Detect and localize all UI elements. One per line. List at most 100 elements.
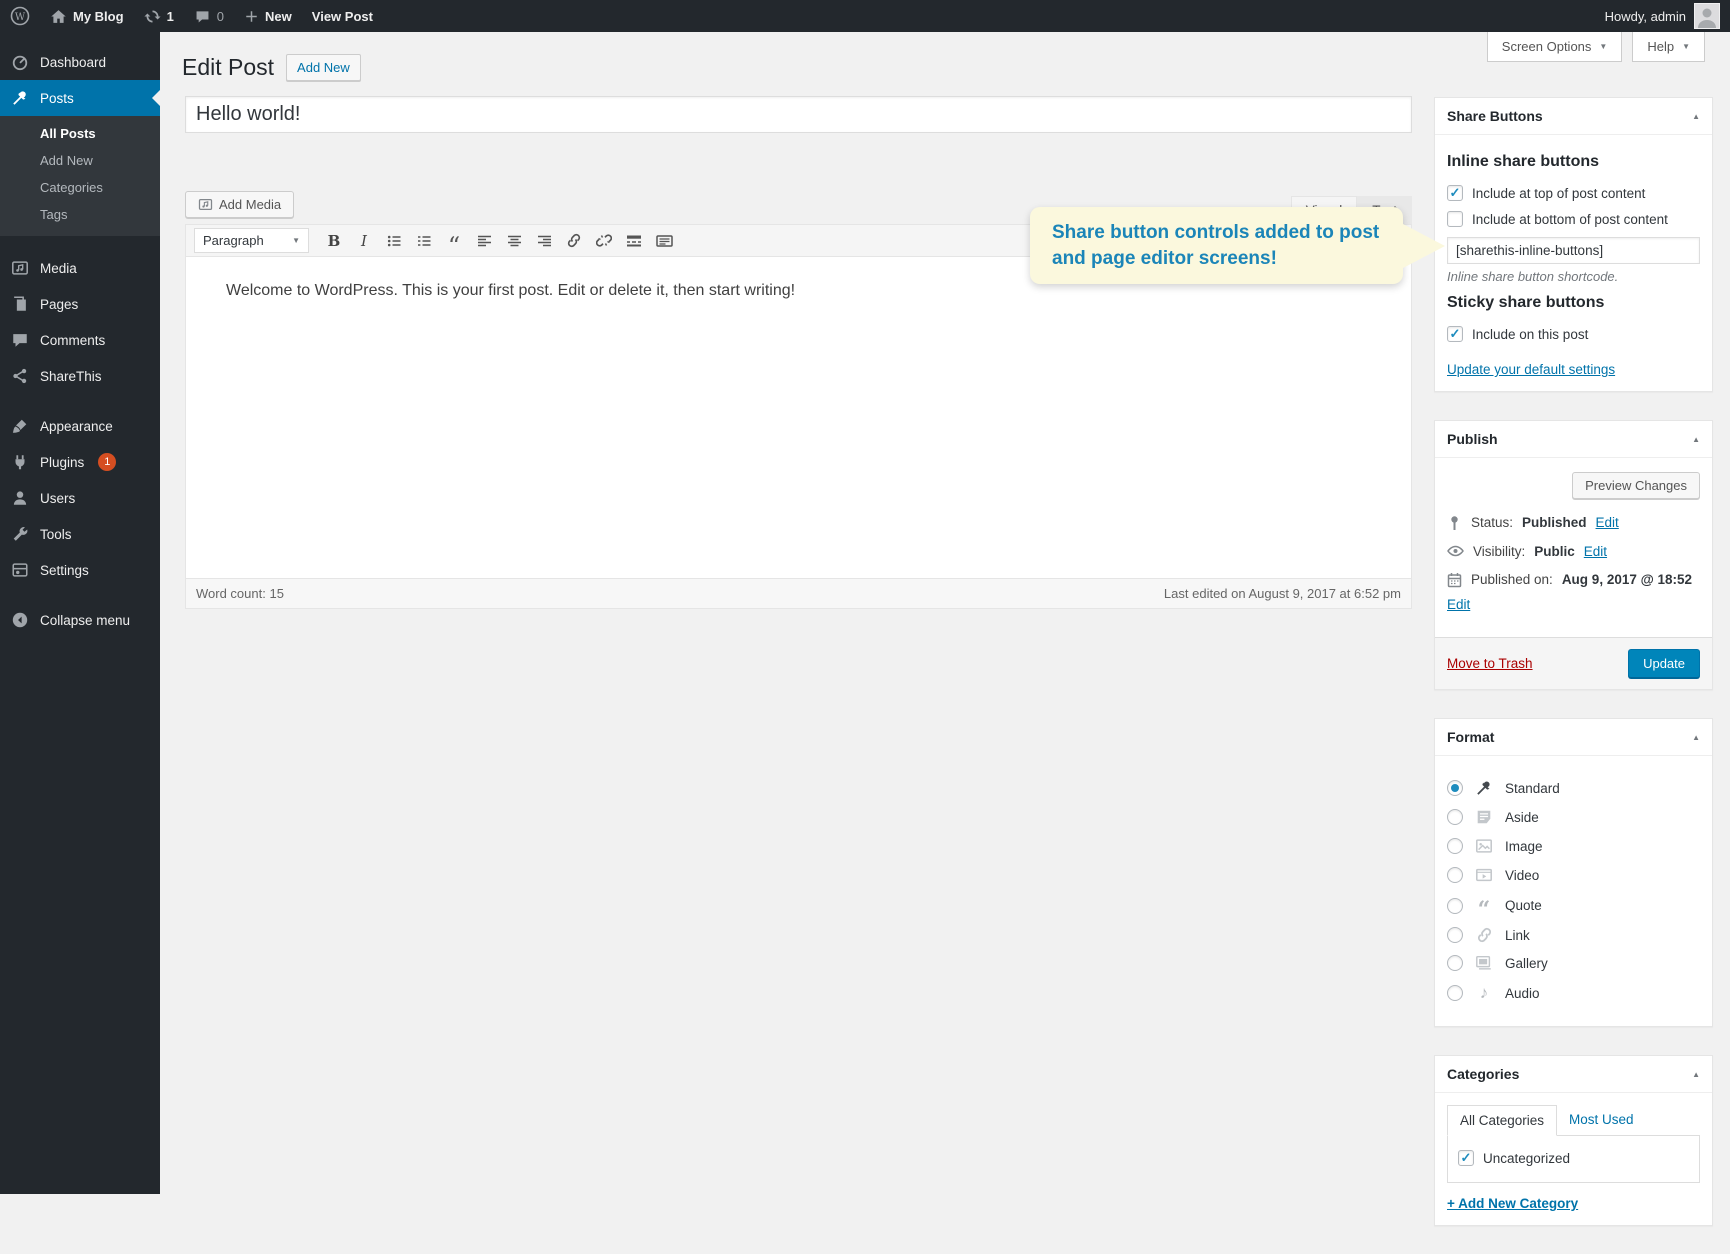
add-media-button[interactable]: Add Media <box>185 191 294 218</box>
sidebar-item-plugins[interactable]: Plugins 1 <box>0 444 160 480</box>
new-label: New <box>265 9 292 24</box>
sidebar-item-users[interactable]: Users <box>0 480 160 516</box>
categories-panel-header[interactable]: Categories ▲ <box>1435 1056 1712 1093</box>
editor-content-area[interactable]: Welcome to WordPress. This is your first… <box>185 257 1412 579</box>
format-label: Gallery <box>1505 956 1548 971</box>
quote-icon: “ <box>1474 895 1494 916</box>
gallery-icon <box>1474 954 1494 972</box>
site-name-link[interactable]: My Blog <box>40 0 134 32</box>
screen-options-button[interactable]: Screen Options ▼ <box>1487 32 1623 62</box>
howdy-account-link[interactable]: Howdy, admin <box>1605 9 1686 24</box>
help-label: Help <box>1647 39 1674 54</box>
format-option-image: Image <box>1447 837 1700 855</box>
sidebar-item-appearance[interactable]: Appearance <box>0 408 160 444</box>
edit-published-link[interactable]: Edit <box>1447 597 1700 612</box>
updates-link[interactable]: 1 <box>134 0 184 32</box>
align-left-button[interactable] <box>471 229 497 253</box>
help-button[interactable]: Help ▼ <box>1632 32 1705 62</box>
sidebar-item-dashboard[interactable]: Dashboard <box>0 44 160 80</box>
bullet-list-button[interactable] <box>381 229 407 253</box>
add-new-category-link[interactable]: + Add New Category <box>1447 1196 1578 1211</box>
update-count: 1 <box>167 9 174 24</box>
view-post-link[interactable]: View Post <box>302 0 383 32</box>
view-post-label: View Post <box>312 9 373 24</box>
tab-most-used[interactable]: Most Used <box>1557 1105 1646 1136</box>
comments-icon <box>10 331 30 349</box>
published-label: Published on: <box>1471 572 1553 587</box>
sidebar-item-sharethis[interactable]: ShareThis <box>0 358 160 394</box>
avatar[interactable] <box>1694 3 1720 29</box>
new-content-link[interactable]: New <box>234 0 302 32</box>
checkbox-include-top[interactable]: ✓ <box>1447 185 1463 201</box>
bold-button[interactable]: B <box>321 229 347 253</box>
wordpress-logo-menu[interactable]: W <box>0 0 40 32</box>
radio-video[interactable] <box>1447 867 1463 883</box>
radio-standard[interactable] <box>1447 780 1463 796</box>
paragraph-select-value: Paragraph <box>203 233 264 248</box>
include-on-post-option: ✓ Include on this post <box>1447 326 1700 342</box>
radio-link[interactable] <box>1447 927 1463 943</box>
preview-changes-button[interactable]: Preview Changes <box>1572 472 1700 499</box>
radio-aside[interactable] <box>1447 809 1463 825</box>
paragraph-format-select[interactable]: Paragraph ▼ <box>194 228 309 253</box>
align-center-button[interactable] <box>501 229 527 253</box>
insert-link-button[interactable] <box>561 229 587 253</box>
format-label: Video <box>1505 868 1539 883</box>
edit-status-link[interactable]: Edit <box>1596 515 1619 530</box>
site-name: My Blog <box>73 9 124 24</box>
sidebar-item-media[interactable]: Media <box>0 250 160 286</box>
shortcode-input[interactable] <box>1447 237 1700 264</box>
format-panel-header[interactable]: Format ▲ <box>1435 719 1712 756</box>
tab-all-categories[interactable]: All Categories <box>1447 1105 1557 1136</box>
sidebar-item-label: Comments <box>40 333 105 348</box>
comments-link[interactable]: 0 <box>184 0 234 32</box>
sharethis-callout-bubble: Share button controls added to post and … <box>1030 207 1403 284</box>
submenu-item-add-new[interactable]: Add New <box>0 147 160 174</box>
format-label: Link <box>1505 928 1530 943</box>
collapse-menu-button[interactable]: Collapse menu <box>0 602 160 638</box>
add-media-icon <box>198 197 213 212</box>
numbered-list-button[interactable] <box>411 229 437 253</box>
checkbox-label: Include at bottom of post content <box>1472 212 1668 227</box>
format-label: Aside <box>1505 810 1539 825</box>
align-right-button[interactable] <box>531 229 557 253</box>
share-buttons-panel: Share Buttons ▲ Inline share buttons ✓ I… <box>1434 97 1713 392</box>
format-option-quote: “ Quote <box>1447 895 1700 916</box>
panel-title: Format <box>1447 729 1494 745</box>
publish-panel-header[interactable]: Publish ▲ <box>1435 421 1712 458</box>
remove-link-button[interactable] <box>591 229 617 253</box>
submenu-item-all-posts[interactable]: All Posts <box>0 120 160 147</box>
move-to-trash-link[interactable]: Move to Trash <box>1447 656 1533 671</box>
sidebar-item-posts[interactable]: Posts <box>0 80 160 116</box>
edit-visibility-link[interactable]: Edit <box>1584 544 1607 559</box>
blockquote-button[interactable]: “ <box>441 229 467 253</box>
radio-audio[interactable] <box>1447 985 1463 1001</box>
toolbar-toggle-button[interactable] <box>651 229 677 253</box>
read-more-tag-button[interactable] <box>621 229 647 253</box>
submenu-item-tags[interactable]: Tags <box>0 201 160 228</box>
checkbox-uncategorized[interactable]: ✓ <box>1458 1150 1474 1166</box>
sidebar-item-settings[interactable]: Settings <box>0 552 160 588</box>
checkbox-include-bottom[interactable] <box>1447 211 1463 227</box>
checkbox-label: Include at top of post content <box>1472 186 1645 201</box>
sidebar-item-pages[interactable]: Pages <box>0 286 160 322</box>
checkbox-include-on-post[interactable]: ✓ <box>1447 326 1463 342</box>
post-title-input[interactable] <box>185 96 1412 133</box>
sidebar-item-label: Appearance <box>40 419 113 434</box>
update-button[interactable]: Update <box>1628 649 1700 678</box>
format-label: Standard <box>1505 781 1560 796</box>
update-default-settings-link[interactable]: Update your default settings <box>1447 362 1615 377</box>
sidebar-item-comments[interactable]: Comments <box>0 322 160 358</box>
submenu-item-categories[interactable]: Categories <box>0 174 160 201</box>
chevron-down-icon: ▼ <box>292 236 300 245</box>
radio-image[interactable] <box>1447 838 1463 854</box>
add-new-post-button[interactable]: Add New <box>286 54 361 81</box>
category-label: Uncategorized <box>1483 1151 1570 1166</box>
radio-gallery[interactable] <box>1447 955 1463 971</box>
sidebar-item-tools[interactable]: Tools <box>0 516 160 552</box>
admin-menu: Dashboard Posts All Posts Add New Catego… <box>0 32 160 1194</box>
share-buttons-panel-header[interactable]: Share Buttons ▲ <box>1435 98 1712 135</box>
publish-actions: Move to Trash Update <box>1435 637 1712 689</box>
italic-button[interactable]: I <box>351 229 377 253</box>
radio-quote[interactable] <box>1447 898 1463 914</box>
